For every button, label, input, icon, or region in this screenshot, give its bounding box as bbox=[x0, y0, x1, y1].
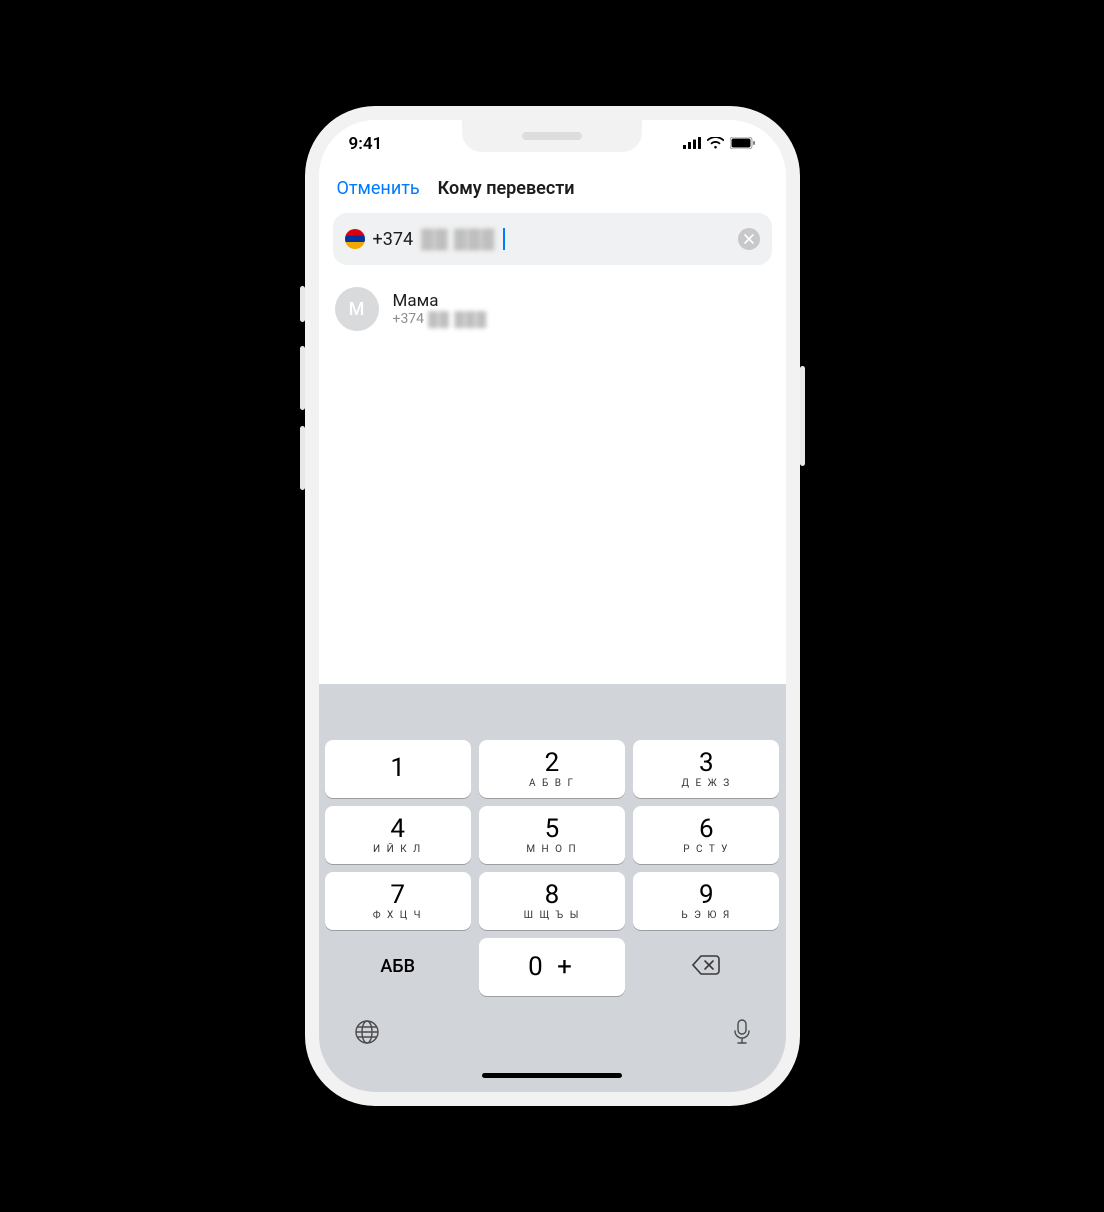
key-backspace[interactable] bbox=[633, 938, 779, 996]
contact-list: М Мама +374 ██ ███ bbox=[319, 273, 786, 345]
notch bbox=[462, 120, 642, 152]
side-button bbox=[300, 286, 305, 322]
phone-prefix: +374 bbox=[373, 229, 414, 250]
key-1[interactable]: 1 bbox=[325, 740, 471, 798]
key-5[interactable]: 5М Н О П bbox=[479, 806, 625, 864]
power-button bbox=[800, 366, 805, 466]
key-2[interactable]: 2А Б В Г bbox=[479, 740, 625, 798]
keypad: 1 2А Б В Г 3Д Е Ж З 4И Й К Л 5М Н О П 6Р… bbox=[325, 740, 780, 1004]
keyboard: 1 2А Б В Г 3Д Е Ж З 4И Й К Л 5М Н О П 6Р… bbox=[319, 684, 786, 1058]
status-icons bbox=[683, 134, 756, 154]
phone-input[interactable]: +374 ██ ███ bbox=[333, 213, 772, 265]
keyboard-suggestions bbox=[325, 692, 780, 734]
battery-icon bbox=[730, 134, 756, 154]
wifi-icon bbox=[707, 134, 724, 154]
key-6[interactable]: 6Р С Т У bbox=[633, 806, 779, 864]
contact-phone: +374 ██ ███ bbox=[393, 311, 488, 328]
spacer bbox=[319, 345, 786, 684]
page-title: Кому перевести bbox=[438, 178, 575, 199]
status-time: 9:41 bbox=[349, 134, 383, 154]
home-indicator[interactable] bbox=[319, 1058, 786, 1092]
volume-down-button bbox=[300, 426, 305, 490]
screen: 9:41 Отменить Кому перевести +3 bbox=[319, 120, 786, 1092]
contact-info: Мама +374 ██ ███ bbox=[393, 291, 488, 328]
key-7[interactable]: 7Ф Х Ц Ч bbox=[325, 872, 471, 930]
phone-masked-digits: ██ ███ bbox=[421, 229, 495, 250]
key-8[interactable]: 8Ш Щ Ъ Ы bbox=[479, 872, 625, 930]
key-4[interactable]: 4И Й К Л bbox=[325, 806, 471, 864]
key-0[interactable]: 0 + bbox=[479, 938, 625, 996]
phone-frame: 9:41 Отменить Кому перевести +3 bbox=[305, 106, 800, 1106]
nav-bar: Отменить Кому перевести bbox=[319, 168, 786, 213]
cellular-icon bbox=[683, 134, 701, 154]
mic-icon[interactable] bbox=[732, 1018, 752, 1050]
contact-row[interactable]: М Мама +374 ██ ███ bbox=[335, 287, 770, 331]
backspace-icon bbox=[692, 955, 720, 979]
suggestion[interactable] bbox=[325, 692, 473, 734]
keyboard-bottom-row bbox=[325, 1004, 780, 1058]
volume-up-button bbox=[300, 346, 305, 410]
key-9[interactable]: 9Ь Э Ю Я bbox=[633, 872, 779, 930]
clear-button[interactable] bbox=[738, 228, 760, 250]
phone-input-wrap: +374 ██ ███ bbox=[319, 213, 786, 273]
avatar: М bbox=[335, 287, 379, 331]
globe-icon[interactable] bbox=[353, 1018, 381, 1050]
text-cursor bbox=[503, 228, 505, 250]
suggestion[interactable] bbox=[478, 692, 626, 734]
country-flag-icon[interactable] bbox=[345, 229, 365, 249]
cancel-button[interactable]: Отменить bbox=[337, 178, 420, 199]
key-abc[interactable]: АБВ bbox=[325, 938, 471, 996]
contact-name: Мама bbox=[393, 291, 488, 311]
suggestion[interactable] bbox=[632, 692, 780, 734]
key-3[interactable]: 3Д Е Ж З bbox=[633, 740, 779, 798]
